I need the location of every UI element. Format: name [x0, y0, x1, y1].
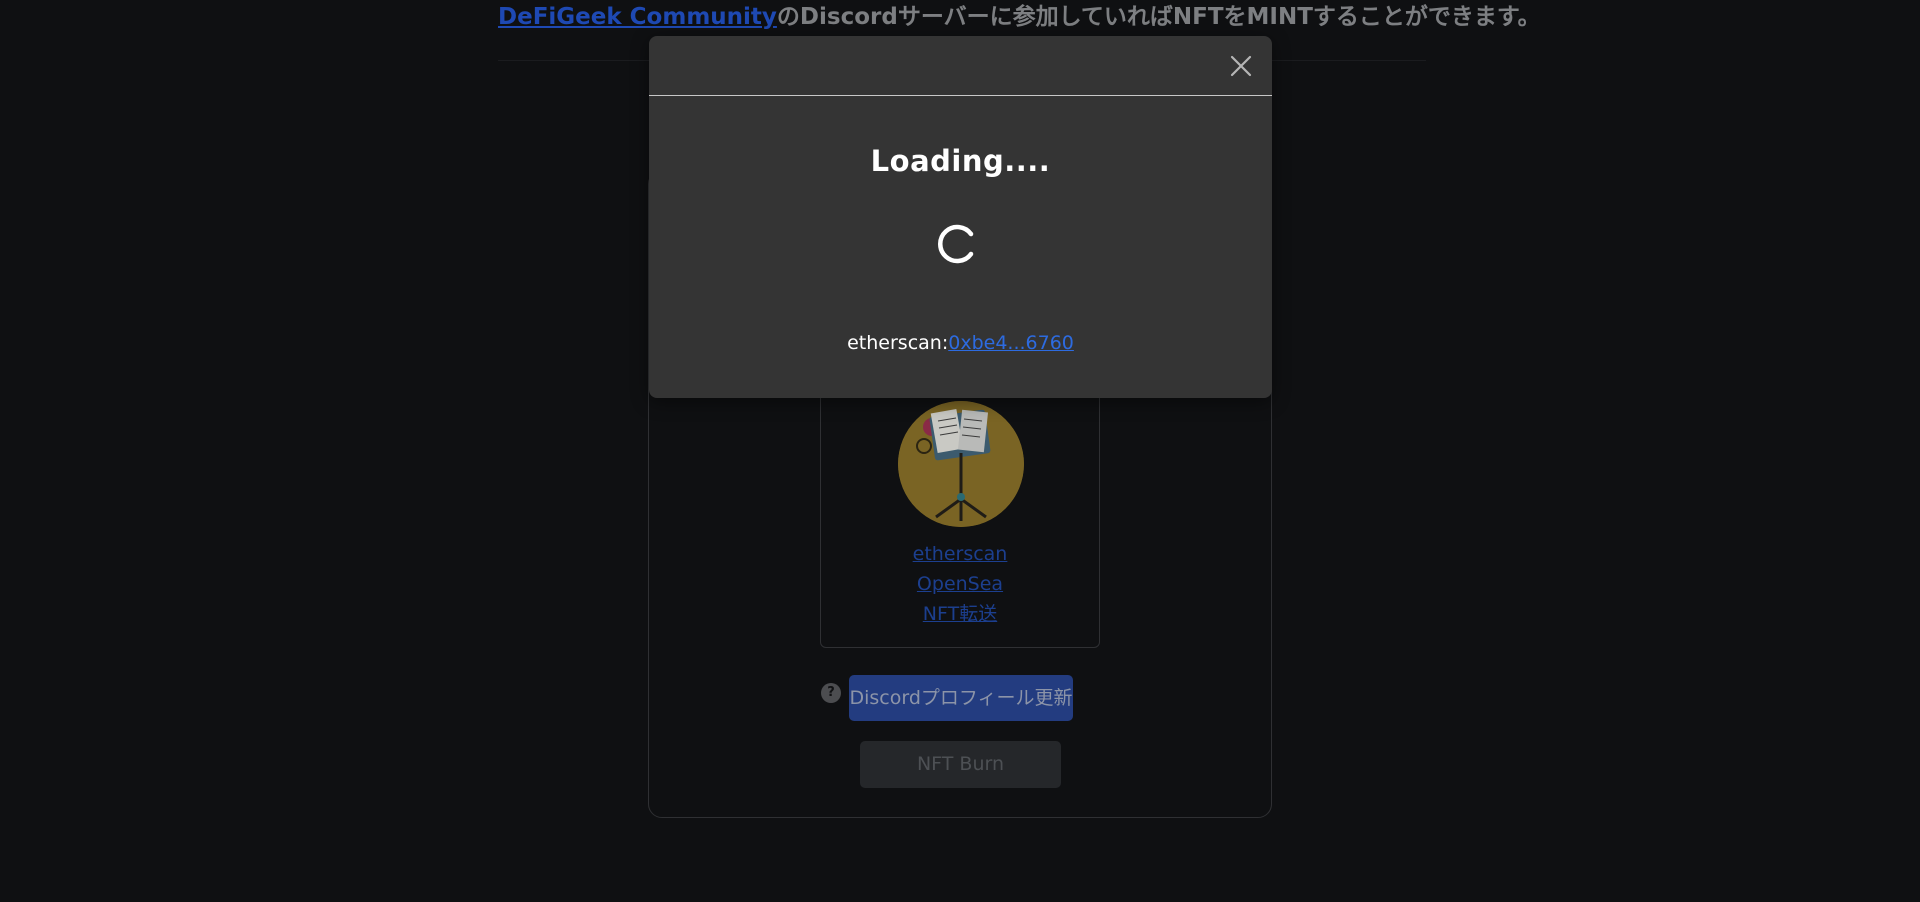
page: DeFiGeek CommunityのDiscordサーバーに参加していればNF… [0, 0, 1920, 902]
etherscan-label: etherscan: [847, 332, 949, 354]
tx-hash-link[interactable]: 0xbe4...6760 [948, 332, 1074, 354]
loading-spinner-icon [938, 224, 978, 264]
loading-modal: Loading.... etherscan:0xbe4...6760 [649, 36, 1272, 398]
close-icon[interactable] [1226, 51, 1256, 81]
modal-title: Loading.... [870, 144, 1051, 178]
etherscan-tx-line: etherscan:0xbe4...6760 [649, 332, 1272, 354]
modal-header [649, 36, 1272, 96]
